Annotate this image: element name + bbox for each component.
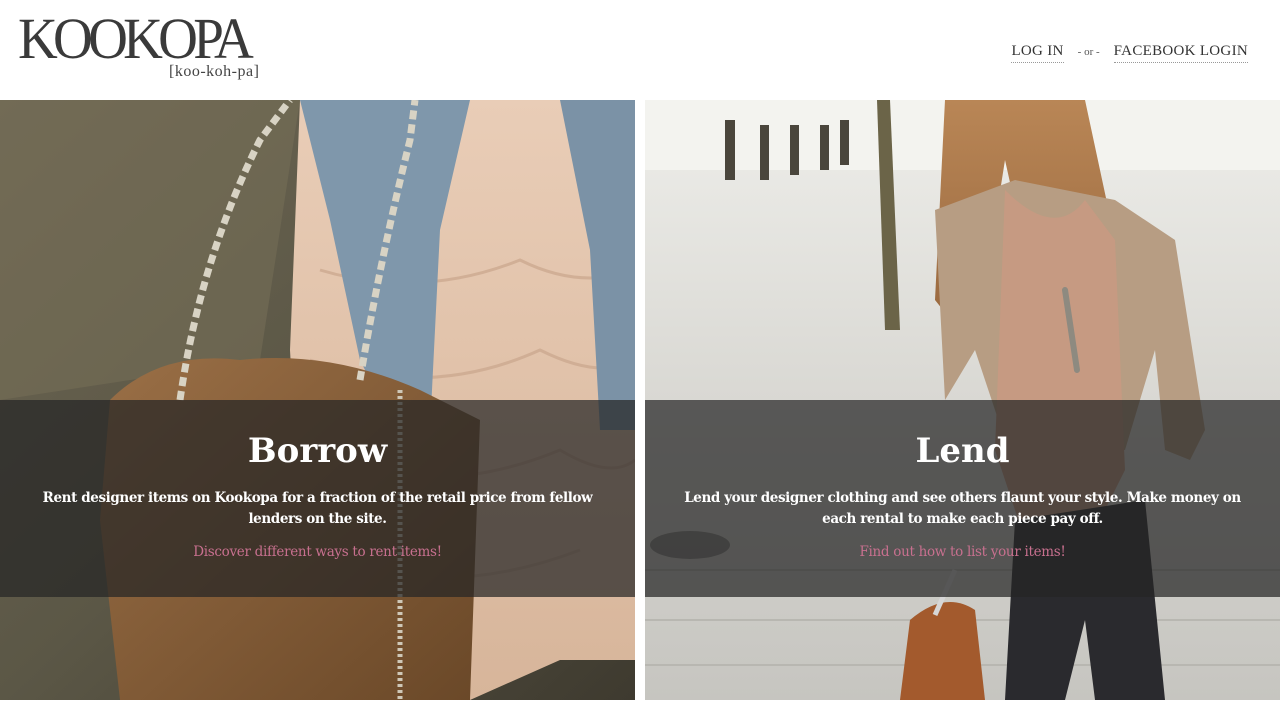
lend-panel[interactable]: Lend Lend your designer clothing and see…: [645, 100, 1280, 700]
logo-pronunciation: [koo-koh-pa]: [169, 63, 260, 80]
borrow-description: Rent designer items on Kookopa for a fra…: [42, 490, 593, 527]
lend-title: Lend: [915, 431, 1010, 471]
lend-description: Lend your designer clothing and see othe…: [684, 490, 1241, 527]
borrow-panel[interactable]: Borrow Rent designer items on Kookopa fo…: [0, 100, 635, 700]
borrow-overlay: Borrow Rent designer items on Kookopa fo…: [0, 400, 635, 597]
auth-separator: - or -: [1077, 46, 1100, 58]
facebook-login-link[interactable]: FACEBOOK LOGIN: [1113, 43, 1248, 63]
auth-links: LOG IN - or - FACEBOOK LOGIN: [1011, 43, 1248, 65]
site-header: KOOKOPA [koo-koh-pa] LOG IN - or - FACEB…: [0, 0, 1280, 100]
lend-link[interactable]: Find out how to list your items!: [859, 544, 1065, 560]
login-link[interactable]: LOG IN: [1011, 43, 1064, 63]
kookopa-logo[interactable]: KOOKOPA [koo-koh-pa]: [18, 8, 268, 88]
borrow-link[interactable]: Discover different ways to rent items!: [193, 544, 442, 560]
logo-wordmark: KOOKOPA: [18, 6, 254, 71]
lend-overlay: Lend Lend your designer clothing and see…: [645, 400, 1280, 597]
borrow-title: Borrow: [247, 431, 388, 471]
